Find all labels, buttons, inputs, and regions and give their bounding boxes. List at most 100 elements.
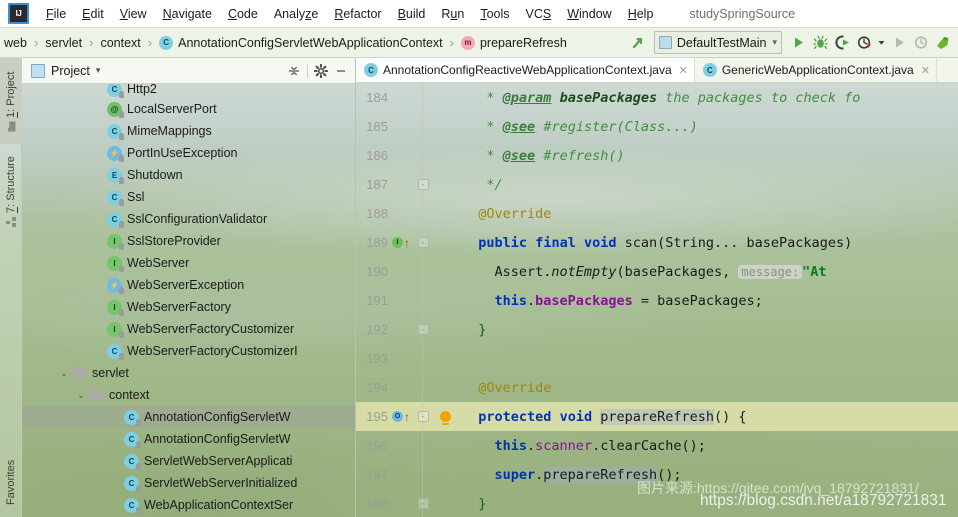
- menu-analyze[interactable]: Analyze: [266, 5, 326, 23]
- navigate-up-icon[interactable]: [627, 32, 649, 54]
- project-panel-title: Project: [51, 63, 90, 78]
- collapse-all-icon[interactable]: [284, 61, 304, 81]
- expand-arrow-icon[interactable]: ⌄: [58, 367, 70, 379]
- tree-item[interactable]: C SslConfigurationValidator: [22, 208, 355, 230]
- fold-marker[interactable]: -: [417, 411, 429, 422]
- identifier-highlight: prepareRefresh: [600, 408, 715, 425]
- tree-item-label: AnnotationConfigServletW: [144, 432, 291, 446]
- menu-edit[interactable]: Edit: [74, 5, 112, 23]
- menu-code[interactable]: Code: [220, 5, 266, 23]
- tree-item[interactable]: C ServletWebServerInitialized: [22, 472, 355, 494]
- fold-column[interactable]: -: [412, 170, 434, 199]
- breadcrumb-method[interactable]: m prepareRefresh: [460, 35, 567, 50]
- project-tool-window: Project ▾ C Http2 @ LocalServerPort C Mi…: [22, 58, 356, 517]
- code-line-191: 191 this.basePackages = basePackages;: [356, 286, 958, 315]
- fold-column[interactable]: -: [412, 402, 434, 431]
- code-text: public final void scan(String... basePac…: [478, 234, 853, 251]
- tree-item[interactable]: C AnnotationConfigServletW: [22, 428, 355, 450]
- close-icon[interactable]: ✕: [679, 64, 688, 77]
- tree-item[interactable]: C Http2: [22, 84, 355, 98]
- overriding-method-icon[interactable]: O: [392, 411, 403, 422]
- tree-item[interactable]: @ LocalServerPort: [22, 98, 355, 120]
- implementing-method-icon[interactable]: I: [392, 237, 403, 248]
- fold-marker[interactable]: -: [417, 179, 429, 190]
- fold-marker[interactable]: -: [417, 324, 429, 335]
- project-tree[interactable]: C Http2 @ LocalServerPort C MimeMappings ⚡ Port…: [22, 84, 355, 517]
- tree-item[interactable]: ⚡ PortInUseException: [22, 142, 355, 164]
- update-running-button[interactable]: [932, 32, 954, 54]
- tree-item[interactable]: C AnnotationConfigServletW: [22, 406, 355, 428]
- line-number: 192: [366, 322, 388, 337]
- project-window-icon: [31, 63, 45, 78]
- chevron-down-icon[interactable]: ▾: [96, 65, 101, 76]
- class-icon: C: [364, 63, 378, 77]
- editor-area: C AnnotationConfigReactiveWebApplication…: [356, 58, 958, 517]
- fold-column[interactable]: -: [412, 489, 434, 517]
- gear-icon[interactable]: [311, 61, 331, 81]
- sidebar-item-project[interactable]: 1: Project: [0, 58, 22, 144]
- code-text: this.scanner.clearCache();: [494, 437, 706, 454]
- code-text: * @param basePackages the packages to ch…: [486, 89, 861, 106]
- profiler-dropdown[interactable]: [875, 32, 888, 54]
- tree-item[interactable]: I WebServer: [22, 252, 355, 274]
- breadcrumb-servlet[interactable]: servlet: [45, 36, 82, 50]
- fold-marker[interactable]: -: [417, 498, 429, 509]
- fold-marker[interactable]: -: [417, 237, 429, 248]
- tree-item[interactable]: C Ssl: [22, 186, 355, 208]
- sidebar-item-favorites[interactable]: Favorites: [0, 447, 22, 517]
- breadcrumb-web[interactable]: web: [4, 36, 27, 50]
- fold-column[interactable]: -: [412, 315, 434, 344]
- breadcrumb-context[interactable]: context: [100, 36, 140, 50]
- tree-item[interactable]: C WebApplicationContextSer: [22, 494, 355, 516]
- tree-item-label: LocalServerPort: [127, 102, 217, 116]
- close-icon[interactable]: ✕: [921, 64, 930, 77]
- left-tool-window-strip: 1: Project 7: Structure Favorites: [0, 58, 22, 517]
- tree-item-label: WebServerFactory: [127, 300, 231, 314]
- run-configuration-selector[interactable]: DefaultTestMain ▾: [653, 31, 782, 54]
- class-icon: C: [107, 189, 124, 206]
- tree-folder[interactable]: ⌄ servlet: [22, 362, 355, 384]
- breadcrumb-class[interactable]: C AnnotationConfigServletWebApplicationC…: [159, 35, 443, 50]
- tree-item[interactable]: ⚡ WebServerException: [22, 274, 355, 296]
- tree-folder[interactable]: ⌄ context: [22, 384, 355, 406]
- minimize-icon[interactable]: [331, 61, 351, 81]
- intention-bulb-icon[interactable]: [439, 411, 451, 425]
- tree-item[interactable]: I WebServerFactoryCustomizer: [22, 318, 355, 340]
- debug-button[interactable]: [809, 32, 831, 54]
- menu-tools[interactable]: Tools: [472, 5, 517, 23]
- code-text: this.basePackages = basePackages;: [494, 292, 763, 309]
- code-text: super.prepareRefresh();: [494, 466, 682, 483]
- gutter-marks[interactable]: I ↑: [392, 237, 410, 249]
- expand-arrow-icon[interactable]: ⌄: [75, 389, 87, 401]
- menu-navigate[interactable]: Navigate: [155, 5, 220, 23]
- line-number: 187: [366, 177, 388, 192]
- tree-item[interactable]: C MimeMappings: [22, 120, 355, 142]
- tree-item[interactable]: I SslStoreProvider: [22, 230, 355, 252]
- profiler-button[interactable]: [853, 32, 875, 54]
- attach-disabled-button: [910, 32, 932, 54]
- menu-build[interactable]: Build: [390, 5, 434, 23]
- tree-item[interactable]: E Shutdown: [22, 164, 355, 186]
- menu-view[interactable]: View: [112, 5, 155, 23]
- tree-item[interactable]: C WebServerFactoryCustomizerI: [22, 340, 355, 362]
- menu-window[interactable]: Window: [559, 5, 619, 23]
- menu-refactor[interactable]: Refactor: [326, 5, 389, 23]
- sidebar-item-structure[interactable]: 7: Structure: [0, 144, 22, 240]
- gutter-marks[interactable]: O ↑: [392, 411, 410, 423]
- menu-bar: File Edit View Navigate Code Analyze Ref…: [0, 0, 958, 28]
- sidebar-item-label: 7: Structure: [5, 156, 17, 214]
- menu-help[interactable]: Help: [620, 5, 662, 23]
- intention-column[interactable]: [434, 411, 456, 425]
- editor-tab-genericwebapplicationcontext[interactable]: C GenericWebApplicationContext.java ✕: [695, 58, 937, 82]
- folder-icon: [72, 364, 86, 379]
- tree-item[interactable]: C ServletWebServerApplicati: [22, 450, 355, 472]
- menu-run[interactable]: Run: [433, 5, 472, 23]
- editor-tab-annotationconfigreactivewebapplicationcontext[interactable]: C AnnotationConfigReactiveWebApplication…: [356, 58, 695, 82]
- tree-item[interactable]: I WebServerFactory: [22, 296, 355, 318]
- fold-column[interactable]: -: [412, 228, 434, 257]
- code-editor[interactable]: 184 * @param basePackages the packages t…: [356, 83, 958, 517]
- menu-vcs[interactable]: VCS: [518, 5, 560, 23]
- menu-file[interactable]: File: [38, 5, 74, 23]
- run-with-coverage-button[interactable]: [831, 32, 853, 54]
- run-button[interactable]: [787, 32, 809, 54]
